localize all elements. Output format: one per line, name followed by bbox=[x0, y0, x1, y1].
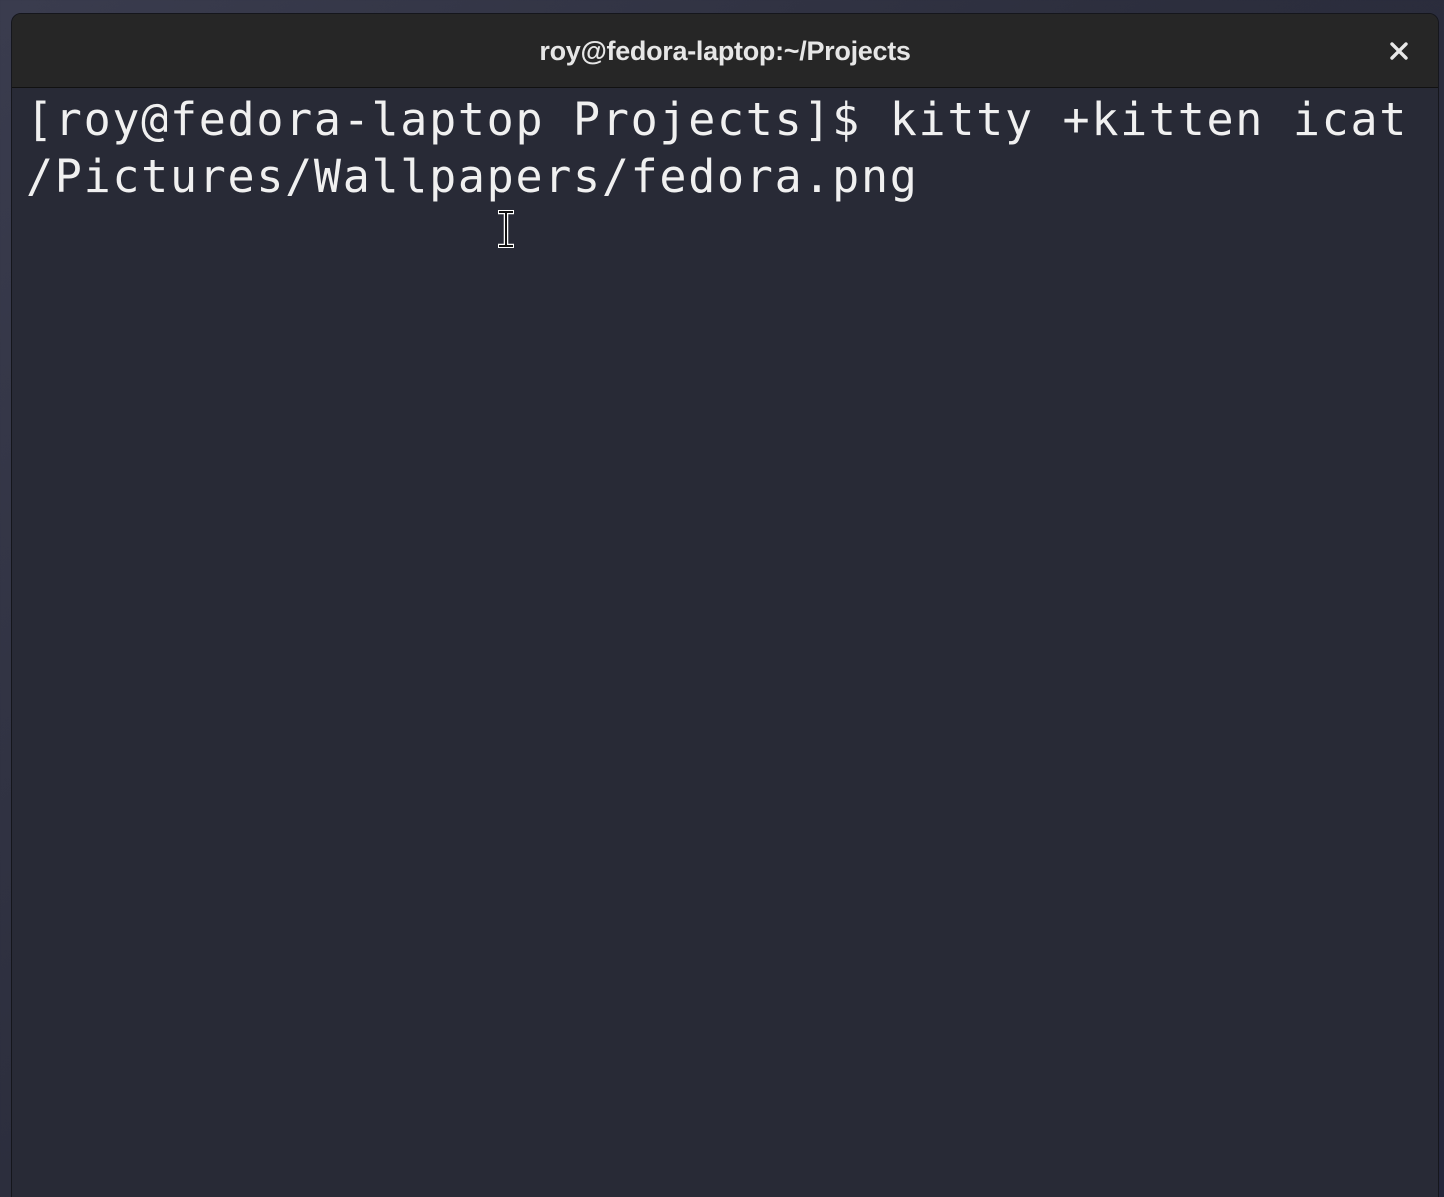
window-title: roy@fedora-laptop:~/Projects bbox=[539, 36, 911, 66]
text-cursor-icon bbox=[498, 210, 514, 248]
terminal-line: /Pictures/Wallpapers/fedora.png bbox=[26, 150, 919, 203]
terminal-line: [roy@fedora-laptop Projects]$ kitty +kit… bbox=[26, 93, 1439, 146]
terminal-output[interactable]: [roy@fedora-laptop Projects]$ kitty +kit… bbox=[12, 88, 1438, 1197]
close-icon bbox=[1390, 42, 1408, 60]
terminal-window: roy@fedora-laptop:~/Projects [roy@fedora… bbox=[11, 13, 1439, 1197]
title-bar[interactable]: roy@fedora-laptop:~/Projects bbox=[12, 14, 1438, 88]
close-button[interactable] bbox=[1382, 34, 1416, 68]
